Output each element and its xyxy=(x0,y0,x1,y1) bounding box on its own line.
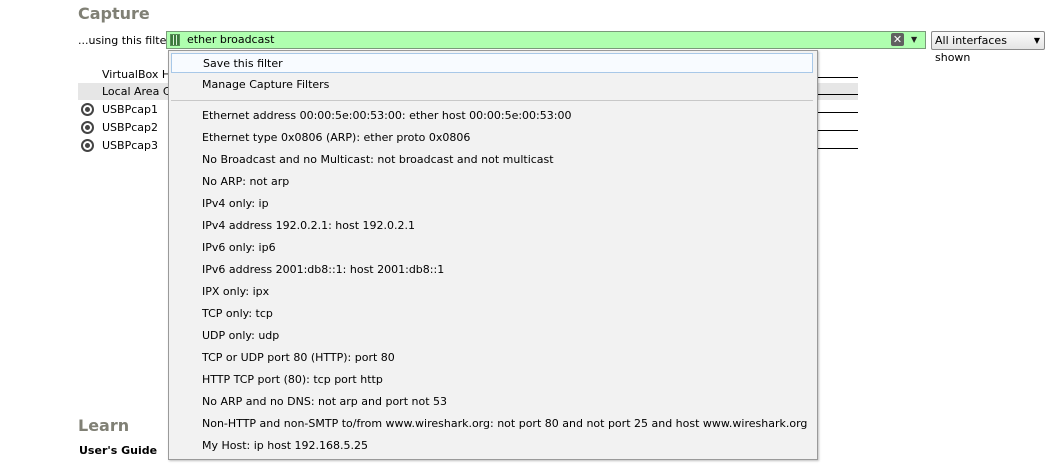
save-filter-menu-item[interactable]: Save this filter xyxy=(171,53,813,73)
filter-menu-item[interactable]: IPv4 only: ip xyxy=(169,194,815,214)
filter-label: ...using this filter: xyxy=(78,34,175,47)
filter-menu-item[interactable]: TCP or UDP port 80 (HTTP): port 80 xyxy=(169,348,815,368)
usb-interface-icon xyxy=(81,103,94,116)
filter-menu-item[interactable]: Non-HTTP and non-SMTP to/from www.wiresh… xyxy=(169,414,815,434)
chevron-down-icon: ▼ xyxy=(1033,36,1040,45)
filter-menu-item[interactable]: IPv6 only: ip6 xyxy=(169,238,815,258)
interface-sparkline xyxy=(818,94,858,95)
filter-menu-item[interactable]: My Host: ip host 192.168.5.25 xyxy=(169,436,815,456)
filter-bookmark-icon[interactable] xyxy=(170,34,180,46)
interfaces-select-value: All interfaces shown xyxy=(935,34,1007,64)
filter-menu-item[interactable]: UDP only: udp xyxy=(169,326,815,346)
menu-separator xyxy=(171,100,813,101)
filter-menu-item[interactable]: IPX only: ipx xyxy=(169,282,815,302)
filter-menu-item[interactable]: IPv6 address 2001:db8::1: host 2001:db8:… xyxy=(169,260,815,280)
capture-section-title: Capture xyxy=(78,4,150,23)
usb-interface-icon xyxy=(81,139,94,152)
interface-name: USBPcap3 xyxy=(102,139,158,152)
interface-sparkline xyxy=(818,112,858,113)
interface-sparkline xyxy=(818,77,858,78)
filter-menu-item[interactable]: No ARP and no DNS: not arp and port not … xyxy=(169,392,815,412)
interface-name: USBPcap1 xyxy=(102,103,158,116)
clear-filter-icon[interactable]: ✕ xyxy=(891,33,904,46)
interface-name: VirtualBox H xyxy=(102,68,171,81)
interface-name: USBPcap2 xyxy=(102,121,158,134)
filter-menu-item[interactable]: No Broadcast and no Multicast: not broad… xyxy=(169,150,815,170)
capture-filter-input[interactable]: ether broadcast ✕ ▼ xyxy=(166,31,926,49)
interface-name: Local Area C xyxy=(102,85,171,98)
interface-sparkline xyxy=(818,130,858,131)
users-guide-link[interactable]: User's Guide xyxy=(79,444,157,457)
filter-menu-item[interactable]: TCP only: tcp xyxy=(169,304,815,324)
interfaces-shown-select[interactable]: All interfaces shown ▼ xyxy=(931,31,1045,64)
filter-text[interactable]: ether broadcast xyxy=(187,33,274,47)
filter-menu-item[interactable]: Ethernet address 00:00:5e:00:53:00: ethe… xyxy=(169,106,815,126)
filter-menu-item[interactable]: IPv4 address 192.0.2.1: host 192.0.2.1 xyxy=(169,216,815,236)
filter-menu-item[interactable]: No ARP: not arp xyxy=(169,172,815,192)
learn-section-title: Learn xyxy=(78,416,130,435)
interface-sparkline xyxy=(818,148,858,149)
filter-menu-item[interactable]: HTTP TCP port (80): tcp port http xyxy=(169,370,815,390)
usb-interface-icon xyxy=(81,121,94,134)
filter-dropdown-menu: Save this filter Manage Capture Filters … xyxy=(168,50,818,460)
filter-menu-item[interactable]: Ethernet type 0x0806 (ARP): ether proto … xyxy=(169,128,815,148)
filter-dropdown-arrow-icon[interactable]: ▼ xyxy=(911,35,917,44)
manage-capture-filters-menu-item[interactable]: Manage Capture Filters xyxy=(169,75,815,95)
